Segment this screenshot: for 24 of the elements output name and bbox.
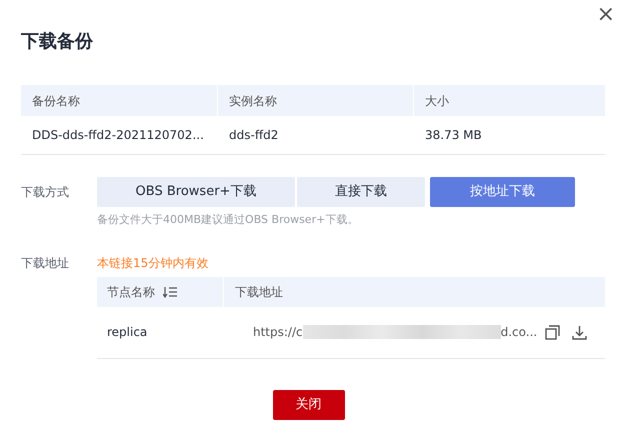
method-tab[interactable]: 直接下载 (297, 177, 425, 207)
table-cell-text: dds-ffd2 (228, 127, 280, 144)
validity-notice: 本链接15分钟内有效 (97, 254, 210, 272)
table-cell-text: replica (106, 324, 148, 341)
column-header: 实例名称 (218, 85, 414, 116)
column-header: 节点名称 (107, 284, 155, 300)
url-text: https://c (253, 324, 303, 341)
table-cell-text: 38.73 MB (424, 127, 483, 144)
url-text: d.co... (500, 324, 538, 341)
method-tab[interactable]: 按地址下载 (430, 177, 575, 207)
hint-text: 备份文件大于400MB建议通过OBS Browser+下载。 (97, 212, 360, 228)
close-button[interactable]: × (592, 4, 619, 26)
dialog-title: 下载备份 (21, 30, 94, 54)
copy-icon[interactable] (545, 324, 560, 340)
method-tab[interactable]: OBS Browser+下载 (97, 177, 295, 207)
download-icon[interactable] (572, 324, 588, 340)
table-cell-text: DDS-dds-ffd2-2021120702... (31, 127, 205, 144)
column-header: 备份名称 (21, 85, 218, 116)
field-label: 下载方式 (21, 184, 70, 201)
close-dialog-button[interactable]: 关闭 (272, 390, 344, 420)
column-header: 大小 (424, 92, 450, 110)
field-label: 下载地址 (21, 254, 70, 272)
sort-icon[interactable] (163, 286, 177, 298)
column-header: 下载地址 (234, 284, 284, 300)
